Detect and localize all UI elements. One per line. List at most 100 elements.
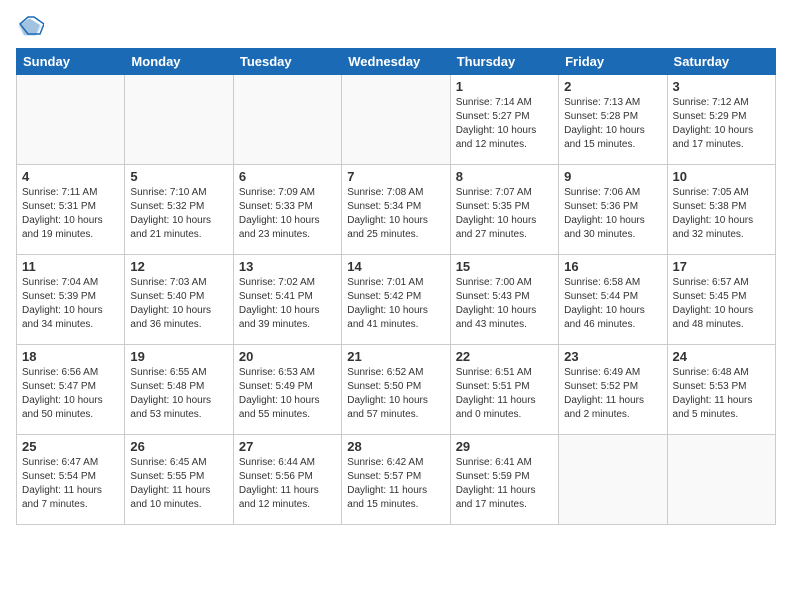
calendar-cell: 7Sunrise: 7:08 AM Sunset: 5:34 PM Daylig… <box>342 165 450 255</box>
calendar-cell: 24 Sunrise: 6:48 AM Sunset: 5:53 PM Dayli… <box>667 345 775 435</box>
calendar-header-sunday: Sunday <box>17 49 125 75</box>
day-number: 15 <box>456 259 553 274</box>
calendar-cell: 9 Sunrise: 7:06 AM Sunset: 5:36 PM Daylig… <box>559 165 667 255</box>
calendar-cell: 4Sunrise: 7:11 AM Sunset: 5:31 PM Daylig… <box>17 165 125 255</box>
calendar-cell: 15 Sunrise: 7:00 AM Sunset: 5:43 PM Dayli… <box>450 255 558 345</box>
logo <box>16 16 48 38</box>
calendar-cell: 28 Sunrise: 6:42 AM Sunset: 5:57 PM Dayli… <box>342 435 450 525</box>
calendar-cell: 3 Sunrise: 7:12 AM Sunset: 5:29 PM Daylig… <box>667 75 775 165</box>
calendar-cell: 5 Sunrise: 7:10 AM Sunset: 5:32 PM Daylig… <box>125 165 233 255</box>
calendar-week-row: 25 Sunrise: 6:47 AM Sunset: 5:54 PM Dayli… <box>17 435 776 525</box>
calendar-cell <box>559 435 667 525</box>
day-info: Sunrise: 6:52 AM Sunset: 5:50 PM Dayligh… <box>347 366 444 422</box>
calendar-cell: 26 Sunrise: 6:45 AM Sunset: 5:55 PM Dayli… <box>125 435 233 525</box>
day-info: Sunrise: 6:45 AM Sunset: 5:55 PM Dayligh… <box>130 456 227 512</box>
day-number: 26 <box>130 439 227 454</box>
calendar-cell: 21 Sunrise: 6:52 AM Sunset: 5:50 PM Dayli… <box>342 345 450 435</box>
calendar-cell: 2 Sunrise: 7:13 AM Sunset: 5:28 PM Daylig… <box>559 75 667 165</box>
day-info: Sunrise: 7:10 AM Sunset: 5:32 PM Dayligh… <box>130 186 227 242</box>
day-info: Sunrise: 7:03 AM Sunset: 5:40 PM Dayligh… <box>130 276 227 332</box>
day-number: 2 <box>564 79 661 94</box>
day-number: 22 <box>456 349 553 364</box>
day-number: 1 <box>456 79 553 94</box>
calendar-cell: 16 Sunrise: 6:58 AM Sunset: 5:44 PM Dayli… <box>559 255 667 345</box>
day-number: 19 <box>130 349 227 364</box>
day-info: Sunrise: 6:56 AM Sunset: 5:47 PM Dayligh… <box>22 366 119 422</box>
calendar-header-friday: Friday <box>559 49 667 75</box>
day-number: 3 <box>673 79 770 94</box>
day-info: Sunrise: 6:47 AM Sunset: 5:54 PM Dayligh… <box>22 456 119 512</box>
calendar-week-row: 11 Sunrise: 7:04 AM Sunset: 5:39 PM Dayli… <box>17 255 776 345</box>
day-info: Sunrise: 6:53 AM Sunset: 5:49 PM Dayligh… <box>239 366 336 422</box>
day-info: Sunrise: 7:06 AM Sunset: 5:36 PM Dayligh… <box>564 186 661 242</box>
calendar-cell: 13 Sunrise: 7:02 AM Sunset: 5:41 PM Dayli… <box>233 255 341 345</box>
calendar-cell: 11 Sunrise: 7:04 AM Sunset: 5:39 PM Dayli… <box>17 255 125 345</box>
calendar-cell: 25 Sunrise: 6:47 AM Sunset: 5:54 PM Dayli… <box>17 435 125 525</box>
day-info: Sunrise: 7:12 AM Sunset: 5:29 PM Dayligh… <box>673 96 770 152</box>
calendar-cell: 20 Sunrise: 6:53 AM Sunset: 5:49 PM Dayli… <box>233 345 341 435</box>
calendar-header-tuesday: Tuesday <box>233 49 341 75</box>
calendar-header-thursday: Thursday <box>450 49 558 75</box>
calendar-cell: 22 Sunrise: 6:51 AM Sunset: 5:51 PM Dayli… <box>450 345 558 435</box>
calendar-cell: 6 Sunrise: 7:09 AM Sunset: 5:33 PM Daylig… <box>233 165 341 255</box>
calendar-cell: 17 Sunrise: 6:57 AM Sunset: 5:45 PM Dayli… <box>667 255 775 345</box>
day-info: Sunrise: 6:42 AM Sunset: 5:57 PM Dayligh… <box>347 456 444 512</box>
day-number: 18 <box>22 349 119 364</box>
calendar-header-monday: Monday <box>125 49 233 75</box>
day-number: 29 <box>456 439 553 454</box>
calendar-cell: 8Sunrise: 7:07 AM Sunset: 5:35 PM Daylig… <box>450 165 558 255</box>
day-number: 9 <box>564 169 661 184</box>
day-number: 28 <box>347 439 444 454</box>
day-info: Sunrise: 7:00 AM Sunset: 5:43 PM Dayligh… <box>456 276 553 332</box>
calendar-cell: 1 Sunrise: 7:14 AM Sunset: 5:27 PM Daylig… <box>450 75 558 165</box>
day-number: 13 <box>239 259 336 274</box>
calendar-header-wednesday: Wednesday <box>342 49 450 75</box>
day-info: Sunrise: 6:55 AM Sunset: 5:48 PM Dayligh… <box>130 366 227 422</box>
calendar-cell: 12 Sunrise: 7:03 AM Sunset: 5:40 PM Dayli… <box>125 255 233 345</box>
calendar-cell: 19 Sunrise: 6:55 AM Sunset: 5:48 PM Dayli… <box>125 345 233 435</box>
calendar-cell: 18 Sunrise: 6:56 AM Sunset: 5:47 PM Dayli… <box>17 345 125 435</box>
day-number: 10 <box>673 169 770 184</box>
day-number: 11 <box>22 259 119 274</box>
logo-icon <box>16 16 44 38</box>
day-info: Sunrise: 7:11 AM Sunset: 5:31 PM Dayligh… <box>22 186 119 242</box>
day-number: 24 <box>673 349 770 364</box>
day-number: 5 <box>130 169 227 184</box>
calendar-cell <box>342 75 450 165</box>
day-number: 27 <box>239 439 336 454</box>
day-number: 25 <box>22 439 119 454</box>
day-number: 21 <box>347 349 444 364</box>
calendar-header-row: SundayMondayTuesdayWednesdayThursdayFrid… <box>17 49 776 75</box>
day-number: 6 <box>239 169 336 184</box>
day-info: Sunrise: 6:48 AM Sunset: 5:53 PM Dayligh… <box>673 366 770 422</box>
day-number: 8 <box>456 169 553 184</box>
header <box>16 16 776 38</box>
day-info: Sunrise: 6:57 AM Sunset: 5:45 PM Dayligh… <box>673 276 770 332</box>
day-number: 16 <box>564 259 661 274</box>
day-info: Sunrise: 7:14 AM Sunset: 5:27 PM Dayligh… <box>456 96 553 152</box>
day-number: 14 <box>347 259 444 274</box>
calendar-week-row: 1 Sunrise: 7:14 AM Sunset: 5:27 PM Daylig… <box>17 75 776 165</box>
calendar-cell: 14Sunrise: 7:01 AM Sunset: 5:42 PM Dayli… <box>342 255 450 345</box>
day-info: Sunrise: 7:04 AM Sunset: 5:39 PM Dayligh… <box>22 276 119 332</box>
day-info: Sunrise: 6:58 AM Sunset: 5:44 PM Dayligh… <box>564 276 661 332</box>
day-number: 12 <box>130 259 227 274</box>
day-info: Sunrise: 7:08 AM Sunset: 5:34 PM Dayligh… <box>347 186 444 242</box>
day-info: Sunrise: 7:13 AM Sunset: 5:28 PM Dayligh… <box>564 96 661 152</box>
calendar-cell: 10Sunrise: 7:05 AM Sunset: 5:38 PM Dayli… <box>667 165 775 255</box>
calendar-header-saturday: Saturday <box>667 49 775 75</box>
day-number: 17 <box>673 259 770 274</box>
calendar-week-row: 18 Sunrise: 6:56 AM Sunset: 5:47 PM Dayli… <box>17 345 776 435</box>
calendar-cell <box>233 75 341 165</box>
day-info: Sunrise: 6:51 AM Sunset: 5:51 PM Dayligh… <box>456 366 553 422</box>
day-info: Sunrise: 6:49 AM Sunset: 5:52 PM Dayligh… <box>564 366 661 422</box>
day-number: 20 <box>239 349 336 364</box>
day-number: 23 <box>564 349 661 364</box>
day-info: Sunrise: 7:02 AM Sunset: 5:41 PM Dayligh… <box>239 276 336 332</box>
day-info: Sunrise: 7:09 AM Sunset: 5:33 PM Dayligh… <box>239 186 336 242</box>
calendar-cell: 29Sunrise: 6:41 AM Sunset: 5:59 PM Dayli… <box>450 435 558 525</box>
calendar-cell: 23 Sunrise: 6:49 AM Sunset: 5:52 PM Dayli… <box>559 345 667 435</box>
calendar-cell: 27Sunrise: 6:44 AM Sunset: 5:56 PM Dayli… <box>233 435 341 525</box>
calendar-table: SundayMondayTuesdayWednesdayThursdayFrid… <box>16 48 776 525</box>
calendar-cell <box>17 75 125 165</box>
